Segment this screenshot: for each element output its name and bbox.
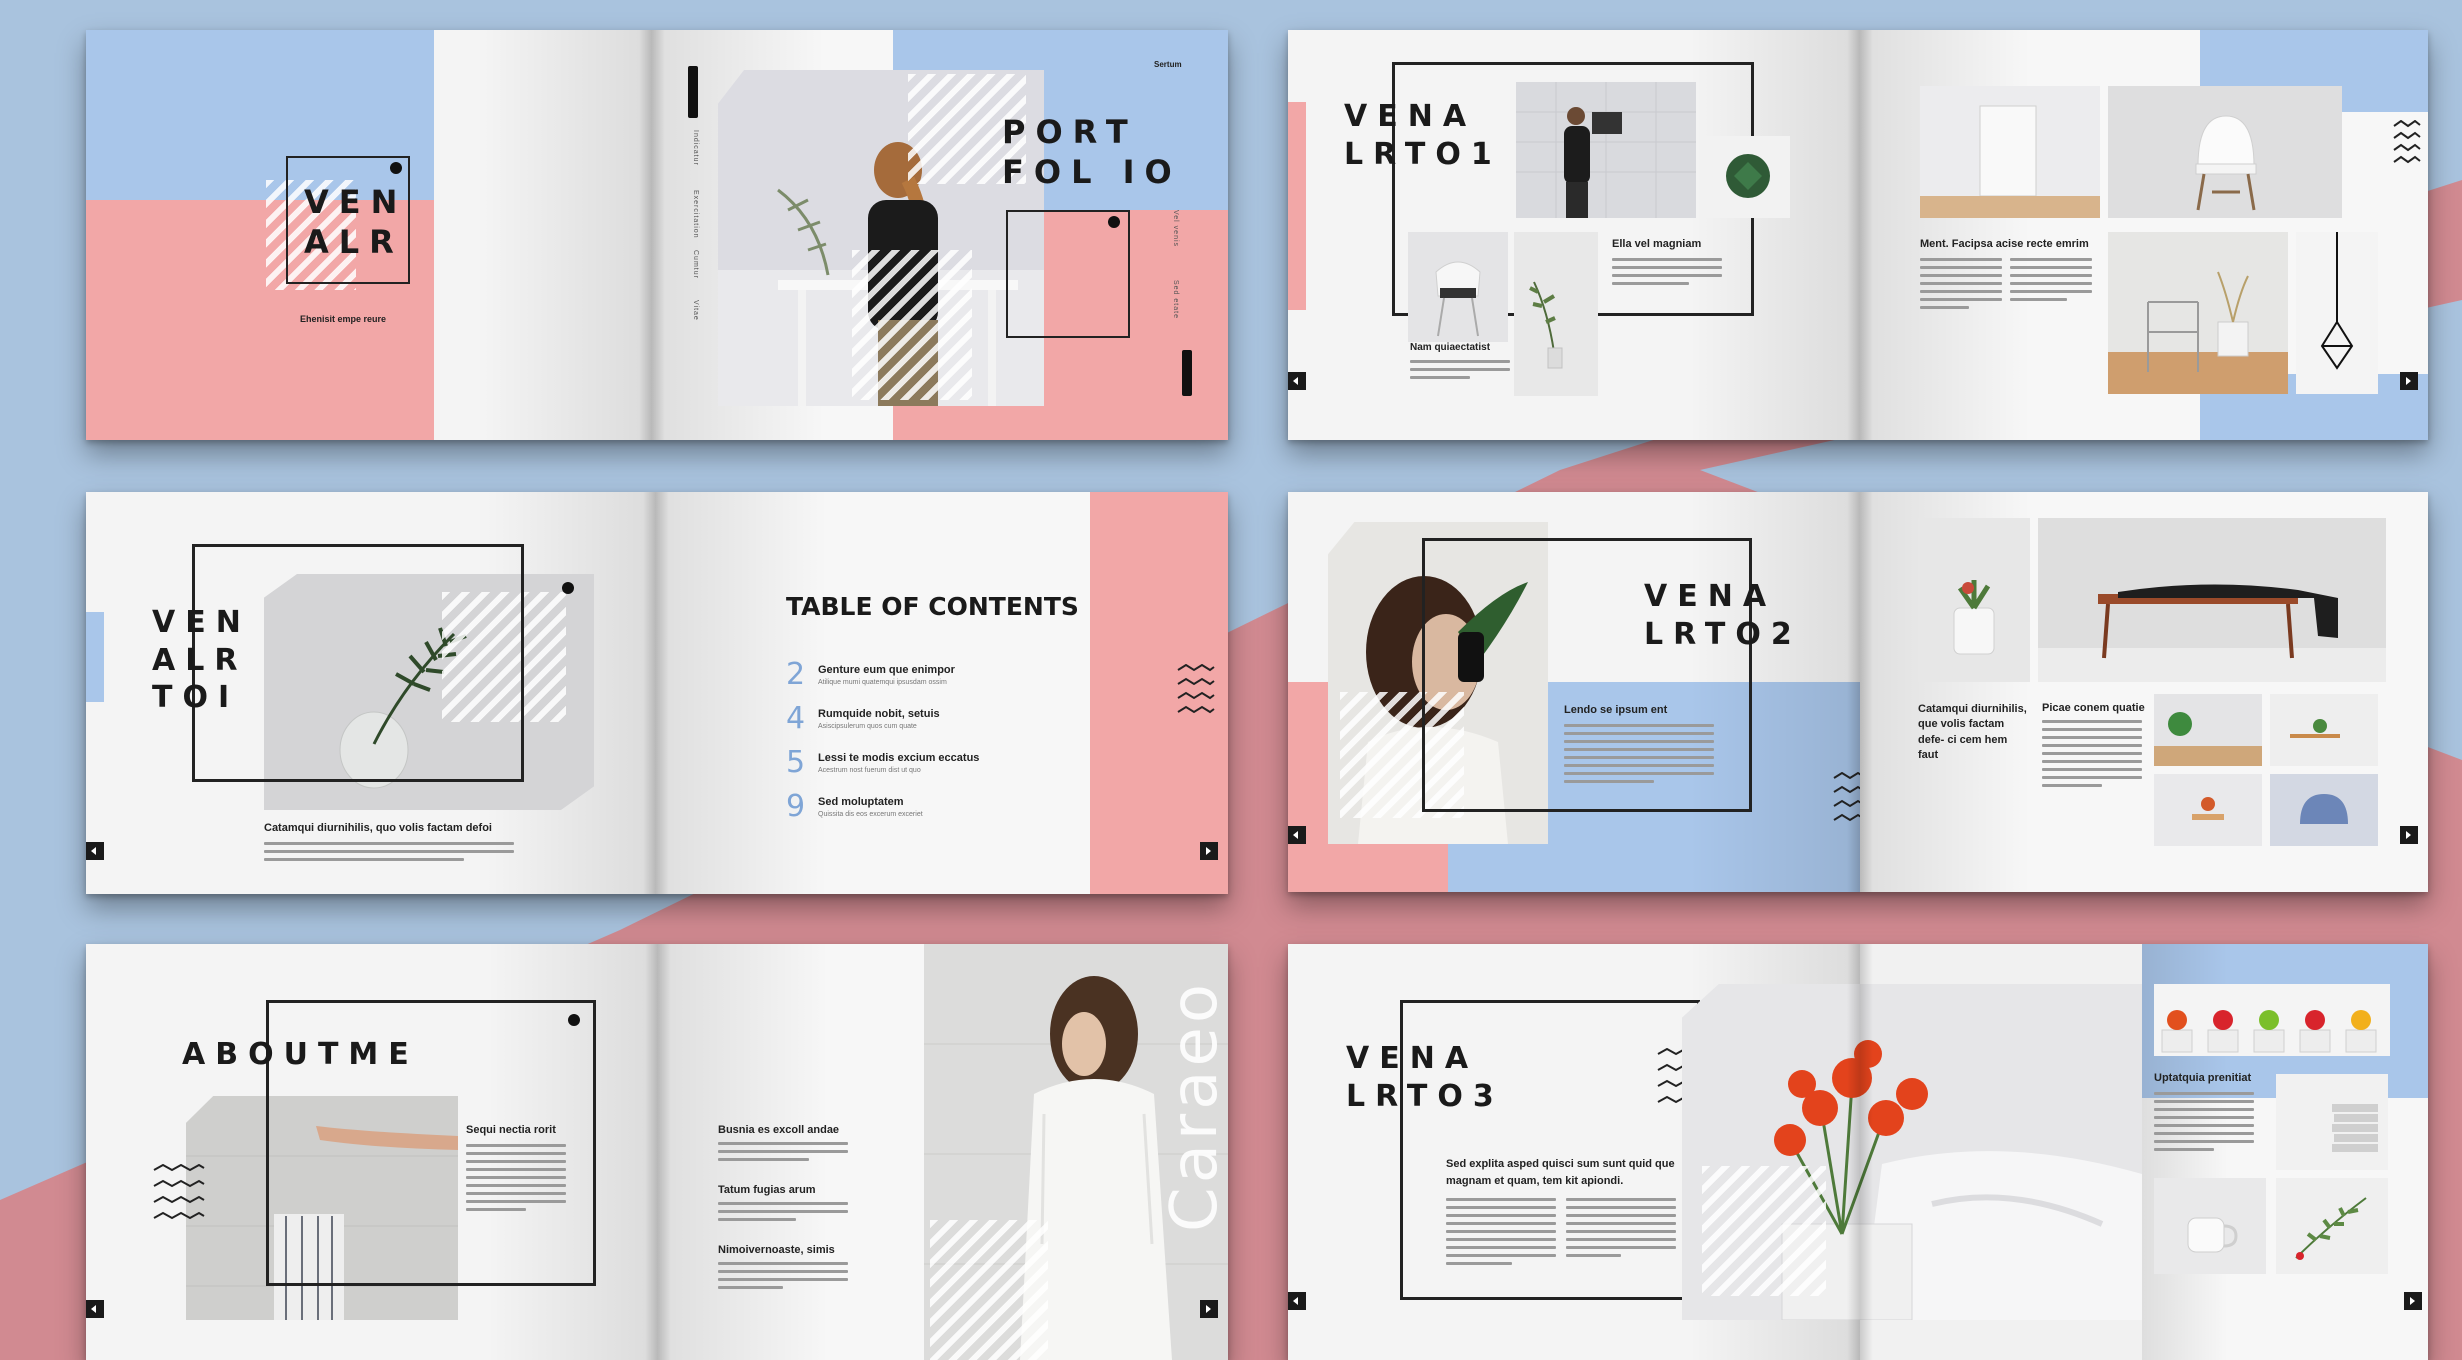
portfolio-frame [1006, 210, 1130, 338]
spine-fold [645, 944, 671, 1360]
plant-wall-photo [2270, 694, 2378, 766]
venalrto2-right-page: Catamqui diurnihilis, que volis factam d… [1860, 492, 2428, 892]
toc-item[interactable]: 2 Genture eum que enimpor Atilique mumi q… [786, 660, 955, 690]
wave-lines-icon [153, 1164, 205, 1220]
vertical-label: Sed etate [1172, 280, 1179, 319]
toc-item[interactable]: 5 Lessi te modis excium eccatus Acestrum … [786, 748, 979, 778]
pendant-lamp-photo [2296, 232, 2378, 394]
toc-caption: Catamqui diurnihilis, quo volis factam d… [264, 822, 492, 834]
toc-left-title: VEN ALR TOI [152, 605, 251, 715]
plant-shelf-photo [2154, 694, 2262, 766]
cover-title: VEN ALR [304, 183, 408, 261]
next-arrow-icon[interactable] [1200, 1300, 1218, 1318]
photo-hatch [852, 250, 972, 400]
portfolio-title: PORT FOL IO [1002, 113, 1182, 191]
toc-heading: TABLE OF CONTENTS [786, 592, 1079, 621]
doorway-photo [1920, 86, 2100, 218]
venalrto3-right-page: Uptatquia prenitiat [2142, 944, 2428, 1360]
plant-bowl-photo [1706, 136, 1790, 218]
spine-fold [1847, 30, 1873, 440]
caption-ella: Ella vel magniam [1612, 238, 1702, 250]
venalrto2-title: VENA LRTO2 [1644, 579, 1802, 652]
back-arrow-icon[interactable] [86, 842, 104, 860]
dot-icon [568, 1014, 580, 1026]
cover-tagline: Ehenisit empe reure [300, 314, 387, 324]
branch-vase-photo [1514, 232, 1598, 396]
spread-table-of-contents: VEN ALR TOI Catamqui diurnihilis, quo vo… [86, 492, 1228, 894]
spread-venalrto3: VENA LRTO3 Sed explita asped quisci sum … [1288, 944, 2428, 1360]
back-arrow-icon[interactable] [86, 1300, 104, 1318]
vertical-label: Vitae [692, 300, 699, 321]
potted-flowers-row-photo [2154, 984, 2390, 1056]
white-mug-photo [2154, 1178, 2266, 1274]
toc-item[interactable]: 9 Sed moluptatem Quissita dis eos excerum… [786, 792, 923, 822]
vertical-label: Indicatur [692, 130, 699, 166]
venalrto1-left-page: VENA LRTO1 Ella vel magniam Nam quiaecta… [1288, 30, 1860, 440]
back-arrow-icon[interactable] [1288, 372, 1306, 390]
venalrto1-right-page: Ment. Facipsa acise recte emrim [1860, 30, 2428, 440]
dot-icon [1108, 216, 1120, 228]
wire-chair-photo [2108, 232, 2288, 394]
caption-nimoi: Nimoivernoaste, simis [718, 1244, 835, 1256]
caption-lendo: Lendo se ipsum ent [1564, 704, 1668, 716]
back-arrow-icon[interactable] [1288, 826, 1306, 844]
woman-lying-on-table-photo [2038, 518, 2386, 682]
caption-picae: Picae conem quatie [2042, 702, 2145, 714]
venalrto1-title: VENA LRTO1 [1344, 99, 1502, 172]
next-arrow-icon[interactable] [1200, 842, 1218, 860]
about-title: ABOUTME [182, 1037, 419, 1072]
photo-hatch [930, 1220, 1048, 1360]
spread-portfolio-cover: VEN ALR Ehenisit empe reure Indicatur Ex… [86, 30, 1228, 440]
vertical-label: Vel venis [1172, 210, 1179, 248]
venalrto3-intro: Sed explita asped quisci sum sunt quid q… [1446, 1158, 1675, 1187]
next-arrow-icon[interactable] [2404, 1292, 2422, 1310]
corner-label: Sertum [1154, 60, 1182, 69]
spread-venalrto2: VENA LRTO2 Lendo se ipsum ent Catamqui d… [1288, 492, 2428, 892]
vertical-word: Caraeo [1158, 980, 1228, 1232]
caption-uptatquia: Uptatquia prenitiat [2154, 1072, 2252, 1084]
white-chair-photo [2108, 86, 2342, 218]
blue-chair-photo [2270, 774, 2378, 846]
small-flower-photo [2154, 774, 2262, 846]
about-right-page: Busnia es excoll andae Tatum fugias arum… [658, 944, 1228, 1360]
toc-left-page: VEN ALR TOI Catamqui diurnihilis, quo vo… [86, 492, 656, 894]
branch-card-photo [2276, 1178, 2388, 1274]
chair-photo [1408, 232, 1508, 342]
spread-about-me: ABOUTME Sequi nectia rorit Busnia es exc… [86, 944, 1228, 1360]
back-arrow-icon[interactable] [1288, 1292, 1306, 1310]
spine-fold [643, 492, 669, 894]
caption-ment: Ment. Facipsa acise recte emrim [1920, 238, 2089, 250]
spread-venalrto1: VENA LRTO1 Ella vel magniam Nam quiaecta… [1288, 30, 2428, 440]
dot-icon [390, 162, 402, 174]
venalrto2-left-page: VENA LRTO2 Lendo se ipsum ent [1288, 492, 1860, 892]
caption-tatum: Tatum fugias arum [718, 1184, 816, 1196]
vertical-label: Cumtur [692, 250, 699, 279]
about-left-page: ABOUTME Sequi nectia rorit [86, 944, 658, 1360]
caption-catamqui: Catamqui diurnihilis, que volis factam d… [1918, 703, 2027, 762]
toc-item[interactable]: 4 Rumquide nobit, setuis Asiscipsulerum q… [786, 704, 940, 734]
spine-fold [1847, 492, 1873, 892]
bottom-bar-marker [1182, 350, 1192, 396]
succulent-pot-photo [1918, 518, 2030, 682]
next-arrow-icon[interactable] [2400, 372, 2418, 390]
caption-nam: Nam quiaectatist [1410, 342, 1491, 353]
man-hanging-picture-photo [1516, 82, 1696, 218]
venalrto3-title: VENA LRTO3 [1346, 1041, 1504, 1114]
cover-page: VEN ALR Ehenisit empe reure [86, 30, 652, 440]
toc-right-page: TABLE OF CONTENTS 2 Genture eum que enim… [656, 492, 1228, 894]
spine-fold [639, 30, 665, 440]
photo-hatch [1702, 1166, 1826, 1296]
dot-icon [562, 582, 574, 594]
top-bar-marker [688, 66, 698, 118]
wave-lines-icon [1177, 664, 1215, 714]
caption-sequi: Sequi nectia rorit [466, 1124, 556, 1136]
spine-fold [1847, 944, 1873, 1360]
next-arrow-icon[interactable] [2400, 826, 2418, 844]
stacked-books-photo [2276, 1074, 2388, 1170]
wave-lines-icon [2393, 120, 2421, 164]
portfolio-page: Indicatur Exercitation Cumtur Vitae Vel … [652, 30, 1228, 440]
caption-busnia: Busnia es excoll andae [718, 1124, 840, 1136]
vertical-label: Exercitation [692, 190, 699, 239]
